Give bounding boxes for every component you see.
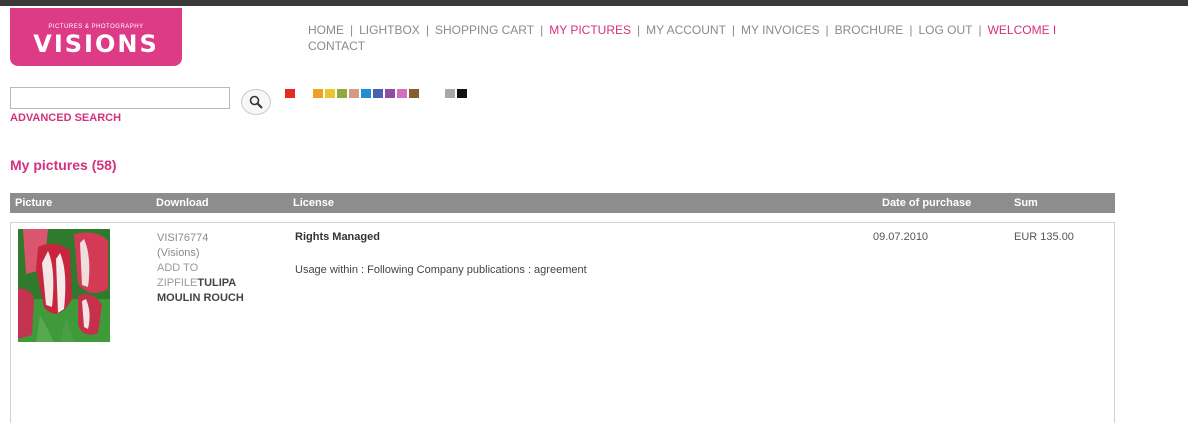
image-title: TULIPA <box>197 277 237 289</box>
search-input[interactable] <box>10 87 230 109</box>
magnifier-icon <box>249 95 263 109</box>
logo-wordmark: VISIONS <box>33 30 159 58</box>
column-header-download: Download <box>156 197 209 209</box>
nav-my-account[interactable]: MY ACCOUNT <box>646 23 726 37</box>
nav-home[interactable]: HOME <box>308 23 344 37</box>
image-credit: (Visions) <box>157 247 200 259</box>
nav-row-1: HOME | LIGHTBOX | SHOPPING CART | MY PICTURES |… <box>308 22 1188 38</box>
nav-log-out[interactable]: LOG OUT <box>918 23 972 37</box>
column-header-license: License <box>293 197 334 209</box>
nav-separator: | <box>825 23 829 37</box>
color-swatch[interactable] <box>313 89 323 98</box>
zipfile-link[interactable]: ZIPFILE <box>157 277 197 289</box>
license-type: Rights Managed <box>295 231 380 243</box>
color-swatch[interactable] <box>457 89 467 98</box>
nav-my-pictures[interactable]: MY PICTURES <box>549 23 631 37</box>
image-title-continued: MOULIN ROUCH <box>157 292 244 304</box>
column-header-sum: Sum <box>1014 197 1038 209</box>
nav-separator: | <box>637 23 641 37</box>
top-navigation: HOME | LIGHTBOX | SHOPPING CART | MY PICTURES |… <box>308 22 1188 54</box>
add-to-zipfile-link[interactable]: ADD TO <box>157 261 277 276</box>
color-swatch[interactable] <box>337 89 347 98</box>
nav-separator: | <box>425 23 429 37</box>
search-button[interactable] <box>241 89 271 115</box>
nav-separator: | <box>731 23 736 37</box>
color-swatch[interactable] <box>373 89 383 98</box>
nav-separator: | <box>540 23 544 37</box>
nav-my-invoices[interactable]: MY INVOICES <box>741 23 819 37</box>
image-id-link[interactable]: VISI76774 <box>157 231 277 246</box>
color-swatch[interactable] <box>385 89 395 98</box>
nav-row-2: CONTACT <box>308 38 1188 54</box>
color-swatch[interactable] <box>397 89 407 98</box>
advanced-search-link[interactable]: ADVANCED SEARCH <box>10 112 121 124</box>
nav-separator: | <box>978 23 982 37</box>
top-border <box>0 0 1188 6</box>
nav-brochure[interactable]: BROCHURE <box>835 23 904 37</box>
column-header-date: Date of purchase <box>882 197 972 209</box>
table-header: Picture Download License Date of purchas… <box>10 193 1115 213</box>
picture-thumbnail[interactable] <box>18 229 110 342</box>
nav-contact[interactable]: CONTACT <box>308 39 365 53</box>
color-swatch[interactable] <box>409 89 419 98</box>
column-header-picture: Picture <box>15 197 53 209</box>
table-row: VISI76774 (Visions) ADD TO ZIPFILETULIPA… <box>10 222 1115 423</box>
visions-logo[interactable]: Pictures & Photography VISIONS <box>10 8 182 66</box>
nav-lightbox[interactable]: LIGHTBOX <box>359 23 420 37</box>
color-swatch[interactable] <box>349 89 359 98</box>
nav-shopping-cart[interactable]: SHOPPING CART <box>435 23 534 37</box>
purchase-date: 09.07.2010 <box>873 231 929 243</box>
page-title: My pictures (58) <box>10 157 117 173</box>
download-cell: VISI76774 (Visions) ADD TO ZIPFILETULIPA… <box>157 231 277 306</box>
color-swatch[interactable] <box>285 89 295 98</box>
nav-separator: | <box>350 23 354 37</box>
nav-welcome[interactable]: WELCOME I <box>988 23 1057 37</box>
color-swatch[interactable] <box>445 89 455 98</box>
purchase-sum: EUR 135.00 <box>1014 231 1074 243</box>
color-swatch[interactable] <box>361 89 371 98</box>
nav-separator: | <box>909 23 913 37</box>
tulip-image <box>18 229 110 342</box>
license-usage: Usage within : Following Company publica… <box>295 264 587 276</box>
zipfile-title-line: ZIPFILETULIPA <box>157 276 277 291</box>
color-swatch[interactable] <box>325 89 335 98</box>
